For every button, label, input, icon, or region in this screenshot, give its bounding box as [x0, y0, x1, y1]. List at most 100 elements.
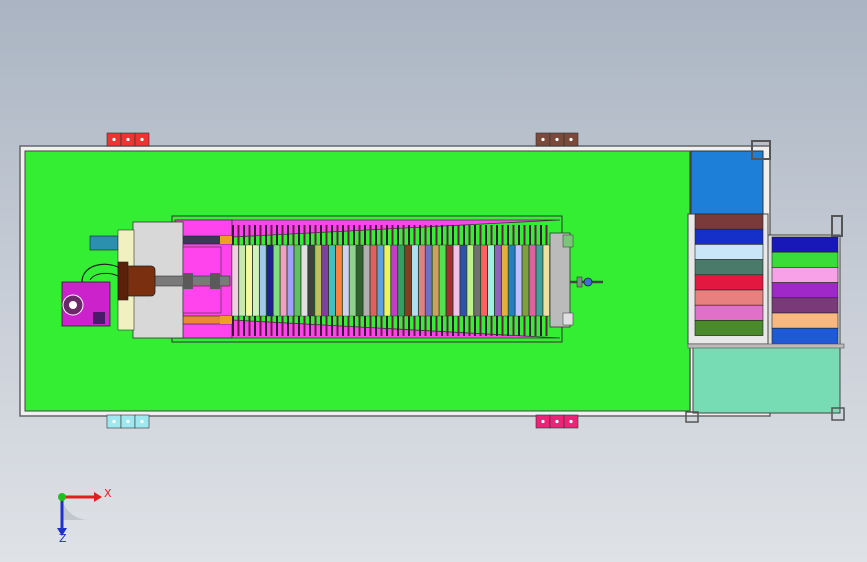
foot-bolt	[140, 419, 144, 424]
nozzle-valve	[583, 277, 593, 287]
plate-handle-top	[358, 225, 361, 245]
drawer-right	[771, 327, 839, 344]
drawer-right	[771, 267, 839, 283]
plate-handle-bottom	[336, 316, 339, 336]
x-axis-label: X	[104, 487, 112, 500]
plate-handle-top	[391, 225, 394, 245]
drawer-left	[694, 274, 764, 291]
drawer-right	[771, 236, 839, 253]
foot-bolt	[541, 137, 545, 142]
plate-handle-bottom	[402, 316, 405, 336]
drawer-right	[771, 251, 839, 268]
filter-plate	[300, 244, 308, 317]
plate-handle-bottom	[369, 316, 372, 336]
plate-handle-bottom	[446, 316, 449, 336]
plate-handle-bottom	[441, 316, 443, 336]
plate-handle-top	[424, 225, 427, 245]
filter-plate	[390, 244, 398, 317]
plate-handle-top	[265, 225, 267, 245]
filter-plate	[508, 244, 516, 317]
plate-handle-top	[232, 225, 234, 245]
filter-plate	[287, 244, 294, 317]
x-arrow-head	[94, 492, 102, 502]
plate-handle-top	[386, 225, 388, 245]
plate-handle-top	[540, 225, 542, 245]
filter-plate	[356, 244, 364, 317]
plate-handle-bottom	[424, 316, 427, 336]
drawer-left	[694, 304, 764, 321]
foot-bottom-right	[535, 414, 579, 429]
foot-bolt	[555, 137, 559, 142]
plate-handle-top	[287, 225, 289, 245]
plate-handle-bottom	[259, 316, 262, 336]
filter-plate	[459, 244, 467, 317]
plate-handle-top	[320, 225, 322, 245]
filter-plate	[349, 244, 357, 317]
plate-handle-top	[496, 225, 498, 245]
plate-handle-top	[281, 225, 284, 245]
filter-plate	[446, 244, 453, 317]
filter-plate	[252, 244, 260, 317]
drawer-right	[771, 297, 839, 314]
plate-handle-bottom	[512, 316, 515, 336]
plate-handle-bottom	[248, 316, 251, 336]
beam-end-top	[220, 236, 232, 244]
plate-handle-bottom	[545, 316, 548, 336]
plate-handle-bottom	[276, 316, 278, 336]
foot-bolt	[541, 419, 545, 424]
foot-bottom-left	[106, 414, 150, 429]
plate-handle-top	[325, 225, 328, 245]
plate-handle-top	[512, 225, 515, 245]
corner-post-right	[831, 215, 843, 237]
plate-handle-top	[430, 225, 432, 245]
plate-handle-top	[314, 225, 317, 245]
plate-handle-top	[342, 225, 344, 245]
drawer-left	[694, 320, 764, 336]
filter-plate	[363, 244, 370, 317]
foot-bolt	[126, 137, 130, 142]
cad-drawing-canvas[interactable]: X Z	[0, 0, 867, 562]
plate-handle-bottom	[490, 316, 493, 336]
drawer-left	[694, 244, 764, 260]
plate-handle-top	[259, 225, 262, 245]
plate-handle-bottom	[298, 316, 300, 336]
filter-plate	[321, 244, 329, 317]
plate-handle-top	[523, 225, 526, 245]
plate-handle-top	[303, 225, 306, 245]
drawer-left	[694, 289, 764, 306]
collection-tank	[692, 346, 841, 414]
filter-plate	[273, 244, 281, 317]
beam-end-bottom	[220, 316, 232, 324]
filter-plate	[425, 244, 433, 317]
cylinder-body	[124, 265, 156, 297]
plate-handle-bottom	[364, 316, 366, 336]
plate-handle-bottom	[413, 316, 416, 336]
plate-handle-bottom	[501, 316, 504, 336]
plate-handle-bottom	[353, 316, 355, 336]
filter-plate	[314, 244, 322, 317]
plate-handle-bottom	[408, 316, 410, 336]
plate-handle-top	[474, 225, 476, 245]
plate-handle-bottom	[435, 316, 438, 336]
plate-handle-top	[413, 225, 416, 245]
plate-handle-top	[347, 225, 350, 245]
filter-plate	[418, 244, 426, 317]
plate-handle-bottom	[243, 316, 245, 336]
plate-handle-top	[397, 225, 399, 245]
plate-handle-top	[468, 225, 471, 245]
plate-handle-bottom	[457, 316, 460, 336]
plate-handle-top	[435, 225, 438, 245]
plate-handle-top	[479, 225, 482, 245]
filter-plate	[535, 244, 543, 317]
filter-plate	[397, 244, 405, 317]
plate-handle-bottom	[419, 316, 421, 336]
plate-handle-top	[369, 225, 372, 245]
plate-handle-top	[408, 225, 410, 245]
filter-plate	[238, 244, 246, 317]
plate-handle-top	[419, 225, 421, 245]
foot-bolt	[569, 137, 573, 142]
filter-plate	[294, 244, 301, 317]
plate-handle-bottom	[347, 316, 350, 336]
rod-coupling	[183, 273, 193, 289]
foot-top-right	[535, 132, 579, 147]
